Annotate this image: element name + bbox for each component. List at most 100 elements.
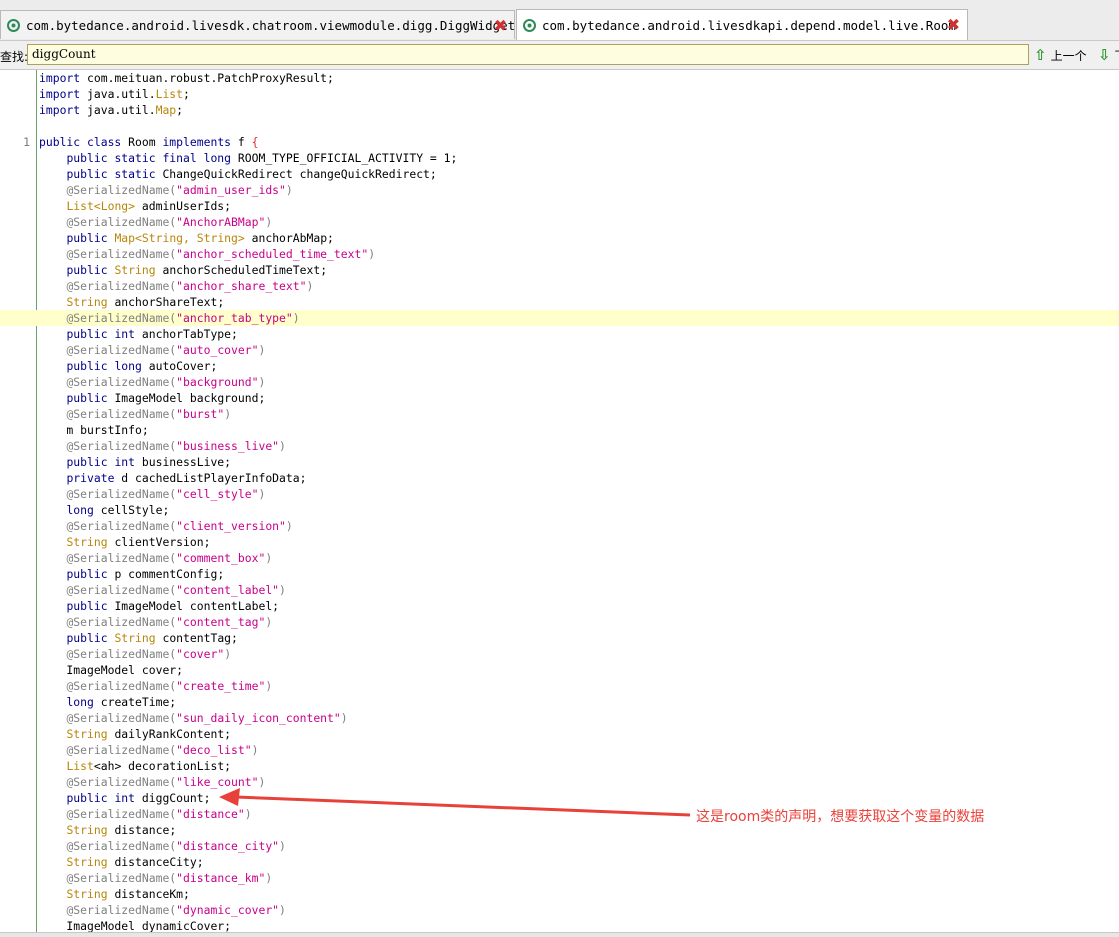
find-input[interactable]: diggCount <box>27 44 1029 65</box>
code-text: public long autoCover; <box>39 358 217 374</box>
code-token: List <box>66 759 94 773</box>
code-line: @SerializedName("cover") <box>0 646 1119 662</box>
code-token: ) <box>285 183 293 197</box>
code-token: autoCover; <box>141 359 218 373</box>
code-token: @SerializedName( <box>66 839 177 853</box>
code-text: @SerializedName("create_time") <box>39 678 272 694</box>
code-token: List<Long> <box>66 199 136 213</box>
code-token: businessLive; <box>135 455 232 469</box>
code-line: m burstInfo; <box>0 422 1119 438</box>
code-text: List<Long> adminUserIds; <box>39 198 231 214</box>
annotation-note: 这是room类的声明，想要获取这个变量的数据 <box>696 809 985 825</box>
code-line: import java.util.Map; <box>0 102 1119 118</box>
code-text: @SerializedName("auto_cover") <box>39 342 265 358</box>
tab-label: com.bytedance.android.livesdkapi.depend.… <box>542 17 956 33</box>
code-line: List<ah> decorationList; <box>0 758 1119 774</box>
arrow-down-icon: ⇩ <box>1098 46 1111 64</box>
code-token: @SerializedName( <box>66 375 177 389</box>
tab-diggwidget[interactable]: com.bytedance.android.livesdk.chatroom.v… <box>0 10 515 39</box>
code-line: String distanceCity; <box>0 854 1119 870</box>
code-token: ) <box>285 519 293 533</box>
code-line: String dailyRankContent; <box>0 726 1119 742</box>
code-token: "dynamic_cover" <box>176 903 280 917</box>
code-line: public p commentConfig; <box>0 566 1119 582</box>
code-token: String <box>66 295 108 309</box>
code-token: ) <box>265 679 273 693</box>
code-line: @SerializedName("anchor_share_text") <box>0 278 1119 294</box>
code-token: f <box>231 135 252 149</box>
code-line: private d cachedListPlayerInfoData; <box>0 470 1119 486</box>
code-line: public ImageModel background; <box>0 390 1119 406</box>
code-token: ) <box>224 407 232 421</box>
code-token: java.util. <box>80 103 156 117</box>
code-text: m burstInfo; <box>39 422 149 438</box>
code-text: public ImageModel contentLabel; <box>39 598 279 614</box>
code-text: @SerializedName("distance_km") <box>39 870 272 886</box>
find-label: 查找: <box>0 50 29 64</box>
horizontal-scrollbar[interactable] <box>0 932 1119 937</box>
code-text: long cellStyle; <box>39 502 169 518</box>
code-token: ; <box>183 87 190 101</box>
code-token: ) <box>258 343 266 357</box>
code-text: @SerializedName("anchor_share_text") <box>39 278 313 294</box>
code-token: p commentConfig; <box>107 567 225 581</box>
code-token: @SerializedName( <box>66 871 177 885</box>
code-line: @SerializedName("business_live") <box>0 438 1119 454</box>
code-text: public static final long ROOM_TYPE_OFFIC… <box>39 150 457 166</box>
code-line: @SerializedName("distance_km") <box>0 870 1119 886</box>
line-number: 1 <box>23 135 30 149</box>
code-text: public p commentConfig; <box>39 566 224 582</box>
code-token: <ah> decorationList; <box>93 759 232 773</box>
tab-room[interactable]: com.bytedance.android.livesdkapi.depend.… <box>516 9 968 40</box>
code-token: "business_live" <box>176 439 280 453</box>
code-text: String anchorShareText; <box>39 294 224 310</box>
code-token: @SerializedName( <box>66 711 177 725</box>
find-prev-button[interactable]: ⇧ 上一个 <box>1034 45 1087 65</box>
code-text: @SerializedName("burst") <box>39 406 231 422</box>
close-icon[interactable]: ✖ <box>946 17 961 33</box>
code-token: ImageModel background; <box>107 391 266 405</box>
code-line: public String contentTag; <box>0 630 1119 646</box>
code-token: distanceCity; <box>107 855 204 869</box>
code-line: @SerializedName("admin_user_ids") <box>0 182 1119 198</box>
code-token: ChangeQuickRedirect changeQuickRedirect; <box>155 167 437 181</box>
code-token: @SerializedName( <box>66 343 177 357</box>
code-line: @SerializedName("create_time") <box>0 678 1119 694</box>
code-token: m burstInfo; <box>39 423 149 437</box>
code-token: anchorTabType; <box>135 327 238 341</box>
code-line: ImageModel cover; <box>0 662 1119 678</box>
class-file-icon <box>523 18 536 32</box>
close-icon[interactable]: ✖ <box>493 18 508 34</box>
code-line: @SerializedName("client_version") <box>0 518 1119 534</box>
code-token: distance; <box>107 823 177 837</box>
code-token: "sun_daily_icon_content" <box>176 711 341 725</box>
code-token: implements <box>162 135 232 149</box>
code-text: public class Room implements f { <box>39 134 258 150</box>
code-line: long createTime; <box>0 694 1119 710</box>
code-token: private <box>66 471 115 485</box>
code-line: import java.util.List; <box>0 86 1119 102</box>
code-token: "content_tag" <box>176 615 266 629</box>
code-line: public String anchorScheduledTimeText; <box>0 262 1119 278</box>
code-token: ) <box>265 871 273 885</box>
code-token: ) <box>265 615 273 629</box>
code-token: @SerializedName( <box>66 679 177 693</box>
code-text: public String contentTag; <box>39 630 237 646</box>
code-token: "create_time" <box>176 679 266 693</box>
code-token: String <box>114 631 156 645</box>
code-editor[interactable]: import com.meituan.robust.PatchProxyResu… <box>0 70 1119 932</box>
code-token: @SerializedName( <box>66 215 177 229</box>
code-token: ) <box>279 583 286 597</box>
code-token: import <box>39 103 81 117</box>
code-token: diggCount; <box>135 791 211 805</box>
find-next-button[interactable]: ⇩ 下 <box>1098 45 1119 65</box>
code-line: public static final long ROOM_TYPE_OFFIC… <box>0 150 1119 166</box>
code-token: ) <box>258 775 266 789</box>
